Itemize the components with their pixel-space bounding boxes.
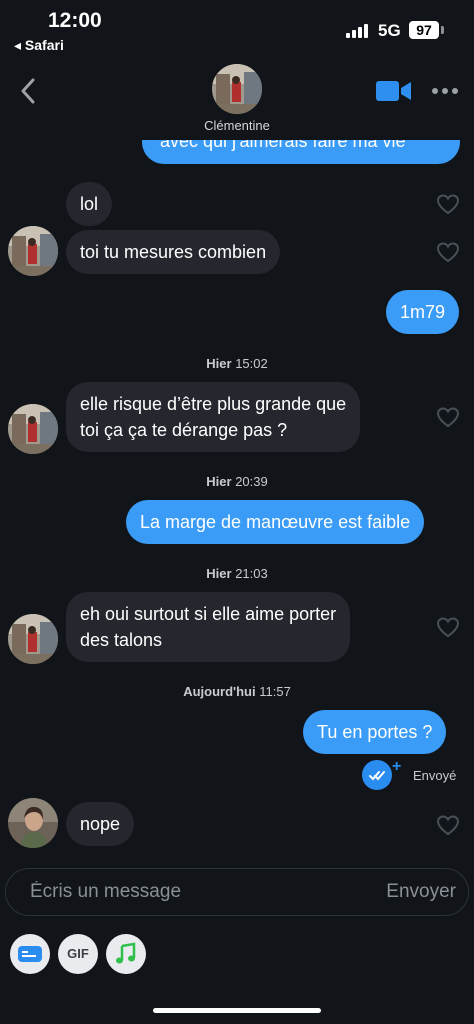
message-incoming[interactable]: elle risque d’être plus grande que toi ç… — [66, 382, 361, 452]
message-incoming[interactable]: toi tu mesures combien — [66, 230, 281, 274]
heart-icon[interactable] — [436, 193, 460, 215]
message-incoming[interactable]: lol — [66, 182, 113, 226]
message-text: nope — [80, 814, 121, 834]
message-text-line: elle risque d’être plus grande que — [80, 394, 347, 414]
contact-avatar-small[interactable] — [8, 614, 58, 664]
sent-status-label: Envoyé — [413, 768, 457, 783]
contact-name[interactable]: Clémentine — [0, 118, 474, 133]
plus-icon: + — [392, 758, 402, 775]
contact-avatar[interactable] — [212, 64, 262, 114]
heart-icon[interactable] — [436, 814, 460, 836]
back-to-safari-link[interactable]: ◂ Safari — [14, 37, 64, 54]
more-options-button[interactable] — [432, 86, 460, 96]
back-button[interactable] — [14, 76, 44, 106]
message-text: toi tu mesures combien — [80, 242, 267, 262]
battery-tip — [441, 26, 444, 34]
card-icon — [18, 946, 42, 962]
message-text-line: eh oui surtout si elle aime porter — [80, 604, 337, 624]
composer: Envoyer — [5, 868, 469, 916]
clock: 12:00 — [48, 9, 102, 32]
heart-icon[interactable] — [436, 406, 460, 428]
chat-header: Clémentine — [0, 56, 474, 140]
home-indicator[interactable] — [153, 1008, 321, 1013]
message-outgoing[interactable]: 1m79 — [386, 290, 460, 334]
heart-icon[interactable] — [436, 616, 460, 638]
sent-status-badge — [362, 760, 392, 790]
message-text: 1m79 — [400, 302, 446, 322]
video-camera-icon — [376, 81, 411, 101]
timestamp: Hier 20:39 — [206, 474, 268, 489]
double-check-icon — [369, 771, 385, 781]
send-button[interactable]: Envoyer — [386, 881, 456, 903]
more-dots-icon — [432, 88, 438, 94]
contact-avatar-small[interactable] — [8, 226, 58, 276]
message-text: Tu en portes ? — [317, 722, 433, 742]
heart-icon[interactable] — [436, 241, 460, 263]
message-outgoing[interactable]: Tu en portes ? — [303, 710, 447, 754]
video-call-button[interactable] — [376, 80, 412, 102]
network-type: 5G — [378, 21, 401, 40]
timestamp: Hier 15:02 — [206, 356, 268, 371]
signal-icon — [346, 24, 370, 38]
message-incoming[interactable]: nope — [66, 802, 135, 846]
timestamp: Hier 21:03 — [206, 566, 268, 581]
message-list[interactable]: avec qui j'aimerais faire ma vie lol toi… — [0, 140, 474, 862]
music-button[interactable] — [106, 934, 146, 974]
chevron-left-icon — [21, 78, 35, 104]
gif-label: GIF — [67, 946, 89, 961]
message-outgoing[interactable]: avec qui j'aimerais faire ma vie — [142, 140, 460, 164]
message-text: lol — [80, 194, 99, 214]
card-button[interactable] — [10, 934, 50, 974]
message-text-line: des talons — [80, 630, 163, 650]
message-text-line: toi ça ça te dérange pas ? — [80, 420, 288, 440]
message-text: avec qui j'aimerais faire ma vie — [160, 140, 406, 151]
contact-avatar-small[interactable] — [8, 404, 58, 454]
message-incoming[interactable]: eh oui surtout si elle aime porter des t… — [66, 592, 351, 662]
battery-icon: 97 — [409, 21, 439, 39]
music-note-icon — [116, 942, 136, 964]
message-input[interactable] — [30, 869, 360, 915]
message-outgoing[interactable]: La marge de manœuvre est faible — [126, 500, 425, 544]
gif-button[interactable]: GIF — [58, 934, 98, 974]
message-text: La marge de manœuvre est faible — [140, 512, 411, 532]
timestamp: Aujourd'hui 11:57 — [183, 684, 291, 699]
status-bar: 12:00 ◂ Safari 5G 97 — [0, 0, 474, 56]
contact-avatar-small[interactable] — [8, 798, 58, 848]
